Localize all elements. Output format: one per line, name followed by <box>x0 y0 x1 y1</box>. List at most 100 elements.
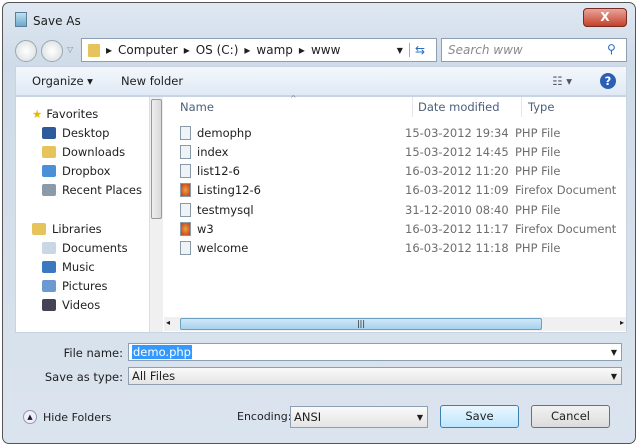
music-icon <box>42 261 56 273</box>
window-title: Save As <box>33 14 81 28</box>
sidebar-item-downloads[interactable]: Downloads <box>42 145 125 159</box>
file-type: PHP File <box>515 202 561 217</box>
scroll-left-icon[interactable]: ◂ <box>166 318 170 327</box>
toolbar: Organize ▾ New folder ☷ ▾ ? <box>15 66 627 96</box>
breadcrumb-os-c[interactable]: OS (C:) <box>196 43 239 57</box>
file-date: 15-03-2012 19:34 <box>405 125 509 140</box>
file-type: PHP File <box>515 241 561 256</box>
file-browser: ★ Favorites Desktop Downloads Dropbox Rec… <box>15 94 627 333</box>
filename-input[interactable]: demo.php ▼ <box>128 343 622 361</box>
php-file-icon <box>180 164 191 179</box>
file-row[interactable]: demophp 15-03-2012 19:34 PHP File <box>180 123 630 142</box>
chevron-down-icon: ▼ <box>610 347 617 357</box>
folder-icon <box>88 43 100 57</box>
refresh-icon[interactable]: ⇆ <box>408 43 430 57</box>
column-header-type[interactable]: Type <box>528 100 554 114</box>
save-as-type-label: Save as type: <box>44 370 123 384</box>
sidebar-item-desktop[interactable]: Desktop <box>42 126 109 140</box>
file-row[interactable]: Listing12-6 16-03-2012 11:09 Firefox Docum… <box>180 181 630 200</box>
close-button[interactable]: X <box>583 8 627 27</box>
sidebar-item-recent-places[interactable]: Recent Places <box>42 183 142 197</box>
address-dropdown-icon[interactable]: ▼ <box>397 46 403 55</box>
horizontal-scrollbar-thumb[interactable]: ||| <box>180 318 542 330</box>
pictures-icon <box>42 280 56 292</box>
file-date: 31-12-2010 08:40 <box>405 202 509 217</box>
save-button[interactable]: Save <box>440 405 519 428</box>
file-date: 16-03-2012 11:20 <box>405 164 509 179</box>
documents-icon <box>42 242 56 254</box>
file-list: Name ^ Date modified Type demophp 15-03-2… <box>164 94 626 332</box>
file-row[interactable]: list12-6 16-03-2012 11:20 PHP File <box>180 162 630 181</box>
file-name: list12-6 <box>197 164 240 179</box>
scroll-right-icon[interactable]: ▸ <box>620 318 624 327</box>
search-input[interactable]: Search www <box>441 38 627 62</box>
file-row[interactable]: w3 16-03-2012 11:17 Firefox Document <box>180 220 630 239</box>
sidebar-item-videos[interactable]: Videos <box>42 298 100 312</box>
star-icon: ★ <box>32 107 43 121</box>
help-icon[interactable]: ? <box>600 73 616 89</box>
hide-folders-button[interactable]: ▲ Hide Folders <box>23 410 111 424</box>
file-row[interactable]: testmysql 31-12-2010 08:40 PHP File <box>180 200 630 219</box>
breadcrumb-www[interactable]: www <box>311 43 340 57</box>
file-row[interactable]: index 15-03-2012 14:45 PHP File <box>180 142 630 161</box>
organize-button[interactable]: Organize ▾ <box>32 74 93 88</box>
file-name: demophp <box>197 125 252 140</box>
encoding-select[interactable]: ANSI ▼ <box>290 406 428 428</box>
php-file-icon <box>180 144 191 159</box>
navigation-pane: ★ Favorites Desktop Downloads Dropbox Rec… <box>16 97 149 332</box>
videos-icon <box>42 299 56 311</box>
file-type: Firefox Document <box>515 222 617 236</box>
save-as-dialog: Save As X ▽ ▸ Computer ▸ OS (C:) ▸ wamp ▸ ww… <box>2 2 636 444</box>
libraries-icon <box>32 223 46 235</box>
sidebar-item-documents[interactable]: Documents <box>42 241 128 255</box>
encoding-label: Encoding: <box>237 410 292 423</box>
forward-button[interactable] <box>41 40 63 62</box>
sidebar-item-pictures[interactable]: Pictures <box>42 279 108 293</box>
php-file-icon <box>180 202 191 217</box>
scrollbar-thumb[interactable] <box>151 99 162 219</box>
chevron-down-icon: ▼ <box>610 371 617 381</box>
horizontal-scrollbar[interactable]: ◂ ||| ▸ <box>164 317 626 331</box>
favorites-header[interactable]: ★ Favorites <box>32 107 98 121</box>
php-file-icon <box>180 125 191 140</box>
navigation-scrollbar[interactable] <box>149 97 163 332</box>
file-date: 15-03-2012 14:45 <box>405 144 509 159</box>
chevron-down-icon: ▼ <box>416 412 423 422</box>
sort-ascending-icon: ^ <box>290 94 297 103</box>
file-date: 16-03-2012 11:17 <box>405 222 509 236</box>
file-type: PHP File <box>515 125 561 140</box>
dropbox-icon <box>42 165 56 177</box>
address-bar[interactable]: ▸ Computer ▸ OS (C:) ▸ wamp ▸ www ▼ ⇆ <box>81 38 437 62</box>
libraries-header[interactable]: Libraries <box>32 222 102 236</box>
file-date: 16-03-2012 11:09 <box>405 183 509 198</box>
sidebar-item-music[interactable]: Music <box>42 260 95 274</box>
file-type: Firefox Document <box>515 183 617 198</box>
firefox-document-icon <box>180 222 191 236</box>
column-header-name[interactable]: Name <box>180 100 214 114</box>
views-button[interactable]: ☷ ▾ <box>552 74 572 88</box>
notepad-icon <box>15 12 27 27</box>
save-as-type-select[interactable]: All Files ▼ <box>128 367 622 385</box>
breadcrumb-wamp[interactable]: wamp <box>256 43 292 57</box>
chevron-up-icon: ▲ <box>23 410 37 424</box>
file-type: PHP File <box>515 144 561 159</box>
new-folder-button[interactable]: New folder <box>121 74 183 88</box>
downloads-icon <box>42 146 56 158</box>
file-name: testmysql <box>197 202 254 217</box>
sidebar-item-dropbox[interactable]: Dropbox <box>42 164 110 178</box>
file-name: welcome <box>197 241 249 256</box>
search-icon[interactable]: ⚲ <box>607 42 616 56</box>
desktop-icon <box>42 127 56 139</box>
file-name: w3 <box>197 222 214 236</box>
column-header-date[interactable]: Date modified <box>418 100 500 114</box>
file-name: Listing12-6 <box>197 183 261 198</box>
back-button[interactable] <box>15 40 37 62</box>
file-type: PHP File <box>515 164 561 179</box>
recent-places-icon <box>42 184 56 196</box>
cancel-button[interactable]: Cancel <box>531 405 610 428</box>
recent-pages-chevron-icon[interactable]: ▽ <box>67 45 73 54</box>
file-row[interactable]: welcome 16-03-2012 11:18 PHP File <box>180 239 630 258</box>
php-file-icon <box>180 241 191 256</box>
firefox-document-icon <box>180 183 191 198</box>
breadcrumb-computer[interactable]: Computer <box>118 43 178 57</box>
